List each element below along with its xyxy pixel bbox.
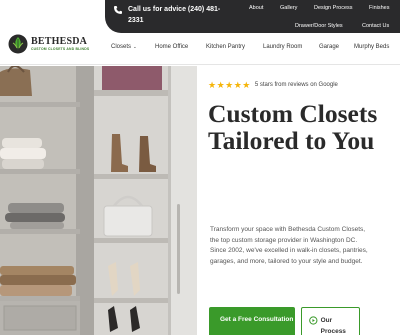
top-link-drawer-door-styles[interactable]: Drawer/Door Styles [295, 23, 343, 29]
play-circle-icon [309, 316, 318, 325]
nav-item-kitchen-pantry[interactable]: Kitchen Pantry [206, 44, 245, 50]
top-link-design-process[interactable]: Design Process [314, 5, 353, 11]
nav-item-laundry-room[interactable]: Laundry Room [263, 44, 302, 50]
nav-item-home-office[interactable]: Home Office [155, 44, 188, 50]
nav-item-murphy-beds[interactable]: Murphy Beds [354, 44, 389, 50]
top-link-about[interactable]: About [249, 5, 263, 11]
top-link-finishes[interactable]: Finishes [369, 5, 389, 11]
main-nav: BETHESDA CUSTOM CLOSETS AND BLINDS Close… [0, 33, 400, 65]
hero-intro: Transform your space with Bethesda Custo… [210, 226, 368, 265]
top-bar: Call us for advice (240) 481-2331 About … [0, 0, 400, 33]
closet-photo [0, 66, 197, 335]
phone-contact[interactable]: Call us for advice (240) 481-2331 [113, 4, 228, 26]
free-consultation-button[interactable]: Get a Free Consultation [209, 307, 295, 335]
free-consultation-label: Get a Free Consultation [220, 316, 294, 323]
our-process-label: Our Process [320, 317, 346, 335]
top-link-gallery[interactable]: Gallery [280, 5, 297, 11]
rating-stars-icon: ★★★★★ [208, 80, 251, 90]
top-links: About Gallery Design Process Finishes Dr… [228, 0, 400, 33]
logo-mark-icon [8, 34, 28, 54]
logo[interactable]: BETHESDA CUSTOM CLOSETS AND BLINDS [8, 34, 89, 54]
nav-item-label: Closets [111, 44, 132, 50]
hero-headline: Custom Closets Tailored to You [208, 99, 378, 155]
closet-illustration [0, 66, 197, 335]
logo-tagline: CUSTOM CLOSETS AND BLINDS [31, 46, 90, 51]
chevron-down-icon: ⌄ [133, 44, 137, 49]
top-link-contact-us[interactable]: Contact Us [362, 23, 389, 29]
logo-text: BETHESDA CUSTOM CLOSETS AND BLINDS [31, 35, 90, 52]
nav-item-closets[interactable]: Closets ⌄ [111, 44, 137, 50]
rating: ★★★★★ 5 stars from reviews on Google [208, 80, 338, 90]
our-process-button[interactable]: Our Process [301, 307, 360, 335]
phone-label: Call us for advice (240) 481-2331 [128, 6, 221, 24]
nav-item-garage[interactable]: Garage [319, 44, 339, 50]
rating-text: 5 stars from reviews on Google [254, 82, 338, 88]
logo-name: BETHESDA [31, 35, 88, 47]
phone-icon [114, 6, 122, 14]
